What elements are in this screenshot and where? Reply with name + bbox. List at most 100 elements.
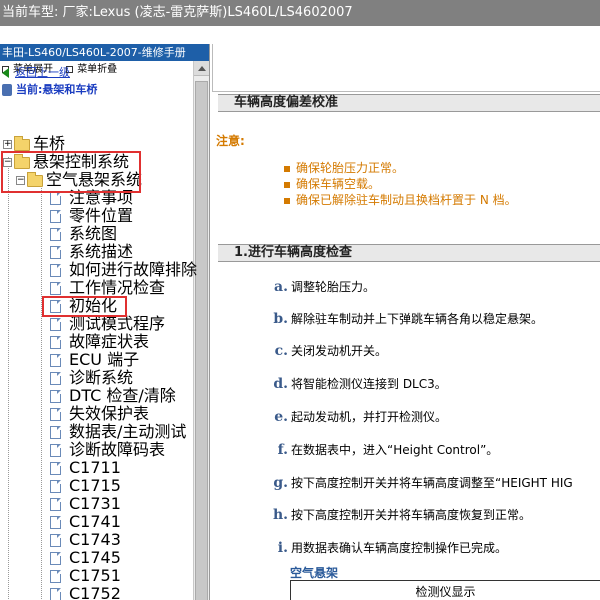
content-pane: 车辆高度偏差校准 注意: 确保轮胎压力正常。 确保车辆空载。 确保已解除驻车制动…: [212, 44, 600, 600]
step-item: i. 用数据表确认车辆高度控制操作已完成。: [268, 539, 507, 557]
step-letter: d.: [273, 376, 288, 392]
tree-leaf-label: C1731: [69, 494, 121, 513]
step-text: 用数据表确认车辆高度控制操作已完成。: [291, 541, 508, 555]
step-text: 将智能检测仪连接到 DLC3。: [291, 377, 447, 391]
page-icon: [50, 552, 61, 565]
tree-leaf[interactable]: 故障症状表: [50, 333, 149, 351]
tree-leaf[interactable]: ECU 端子: [50, 351, 139, 369]
tree-leaf[interactable]: C1751: [50, 567, 121, 585]
collapse-all-button[interactable]: 菜单折叠: [66, 64, 117, 75]
page-icon: [50, 372, 61, 385]
step-text: 起动发动机，并打开检测仪。: [291, 410, 448, 424]
data-table-header: 检测仪显示: [290, 580, 600, 600]
tree-leaf[interactable]: C1715: [50, 477, 121, 495]
collapse-all-label: 菜单折叠: [77, 64, 118, 75]
tree-leaf[interactable]: 诊断系统: [50, 369, 133, 387]
tree-leaf-label: 零件位置: [69, 206, 134, 225]
page-icon: [50, 210, 61, 223]
tree-leaf-label: C1745: [69, 548, 121, 567]
expand-plus-icon[interactable]: +: [3, 140, 12, 149]
scroll-thumb[interactable]: [195, 81, 208, 600]
folder-icon: [14, 135, 30, 151]
note-label: 注意:: [216, 134, 245, 148]
note-text: 确保轮胎压力正常。: [296, 161, 405, 175]
note-item: 确保轮胎压力正常。: [284, 160, 517, 176]
step-text: 关闭发动机开关。: [291, 344, 388, 358]
tree-guide-line: [8, 157, 9, 599]
tree-leaf[interactable]: DTC 检查/清除: [50, 387, 176, 405]
page-icon: [50, 426, 61, 439]
back-link-label: 返回上一级: [15, 66, 70, 79]
page-icon: [50, 246, 61, 259]
step-letter: a.: [274, 279, 288, 295]
page-icon: [50, 336, 61, 349]
current-location-label: 当前:悬架和车桥: [16, 83, 98, 96]
section-title: 1.进行车辆高度检查: [218, 244, 600, 262]
subsection-title: 空气悬架: [290, 566, 339, 580]
back-link[interactable]: 返回上一级: [2, 64, 70, 80]
step-item: h. 按下高度控制开关并将车辆高度恢复到正常。: [268, 506, 531, 524]
note-list: 确保轮胎压力正常。 确保车辆空载。 确保已解除驻车制动且换档杆置于 N 档。: [284, 160, 517, 208]
step-letter: c.: [274, 343, 288, 359]
tree-leaf[interactable]: C1752: [50, 585, 121, 600]
tree-leaf[interactable]: C1745: [50, 549, 121, 567]
tree-leaf-label: 系统图: [69, 224, 118, 243]
note-item: 确保已解除驻车制动且换档杆置于 N 档。: [284, 192, 517, 208]
tree-leaf[interactable]: C1741: [50, 513, 121, 531]
step-letter: g.: [273, 475, 288, 491]
note-item: 确保车辆空载。: [284, 176, 517, 192]
step-text: 按下高度控制开关并将车辆高度调整至“HEIGHT HIG: [291, 476, 573, 490]
tree-leaf[interactable]: 工作情况检查: [50, 279, 165, 297]
page-icon: [50, 318, 61, 331]
current-location: 当前:悬架和车桥: [2, 81, 97, 97]
page-icon: [50, 498, 61, 511]
tree-leaf[interactable]: 测试模式程序: [50, 315, 165, 333]
tree-leaf-label: C1743: [69, 530, 121, 549]
page-icon: [50, 588, 61, 600]
page-icon: [50, 192, 61, 205]
tree-leaf-label: ECU 端子: [69, 350, 140, 369]
page-icon: [50, 408, 61, 421]
tree-leaf-label: C1741: [69, 512, 121, 531]
step-letter: b.: [273, 311, 288, 327]
sidebar: 丰田-LS460/LS460L-2007-维修手册 菜单展开 菜单折叠 返回上一…: [0, 44, 210, 600]
tree-leaf[interactable]: C1743: [50, 531, 121, 549]
step-text: 解除驻车制动并上下弹跳车辆各角以稳定悬架。: [291, 312, 544, 326]
tree-leaf[interactable]: 失效保护表: [50, 405, 149, 423]
page-icon: [50, 282, 61, 295]
note-text: 确保车辆空载。: [296, 177, 381, 191]
tree-leaf-label: 系统描述: [69, 242, 134, 261]
scroll-up-arrow-icon[interactable]: [194, 61, 209, 76]
tree-leaf[interactable]: C1731: [50, 495, 121, 513]
tree-leaf-label: C1752: [69, 584, 121, 600]
tree-leaf[interactable]: 数据表/主动测试: [50, 423, 186, 441]
tree-leaf-label: 如何进行故障排除: [69, 260, 198, 279]
page-icon: [50, 390, 61, 403]
section-title: 车辆高度偏差校准: [218, 94, 600, 112]
tree-leaf[interactable]: 系统描述: [50, 243, 133, 261]
tree-leaf-label: C1715: [69, 476, 121, 495]
tree-leaf[interactable]: 零件位置: [50, 207, 133, 225]
tree-guide-line: [41, 184, 42, 599]
tree-leaf[interactable]: 系统图: [50, 225, 117, 243]
tree-leaf-label: 故障症状表: [69, 332, 150, 351]
tree-leaf-label: 数据表/主动测试: [69, 422, 187, 441]
highlight-box: [42, 296, 127, 317]
step-letter: h.: [272, 507, 288, 523]
tree-leaf[interactable]: 诊断故障码表: [50, 441, 165, 459]
tree-leaf-label: DTC 检查/清除: [69, 386, 176, 405]
window-title: 当前车型: 厂家:Lexus (凌志-雷克萨斯)LS460L/LS4602007: [0, 0, 600, 26]
page-icon: [50, 516, 61, 529]
step-letter: e.: [274, 409, 288, 425]
step-text: 调整轮胎压力。: [291, 280, 376, 294]
tree-leaf-label: 失效保护表: [69, 404, 150, 423]
tree-leaf-label: C1711: [69, 458, 121, 477]
step-text: 在数据表中，进入“Height Control”。: [291, 443, 499, 457]
tree-leaf[interactable]: C1711: [50, 459, 121, 477]
step-letter: f.: [277, 442, 288, 458]
step-item: e. 起动发动机，并打开检测仪。: [268, 408, 447, 426]
page-icon: [50, 534, 61, 547]
tree-leaf[interactable]: 如何进行故障排除: [50, 261, 197, 279]
step-item: d. 将智能检测仪连接到 DLC3。: [268, 375, 447, 393]
sidebar-scrollbar[interactable]: [193, 61, 209, 600]
